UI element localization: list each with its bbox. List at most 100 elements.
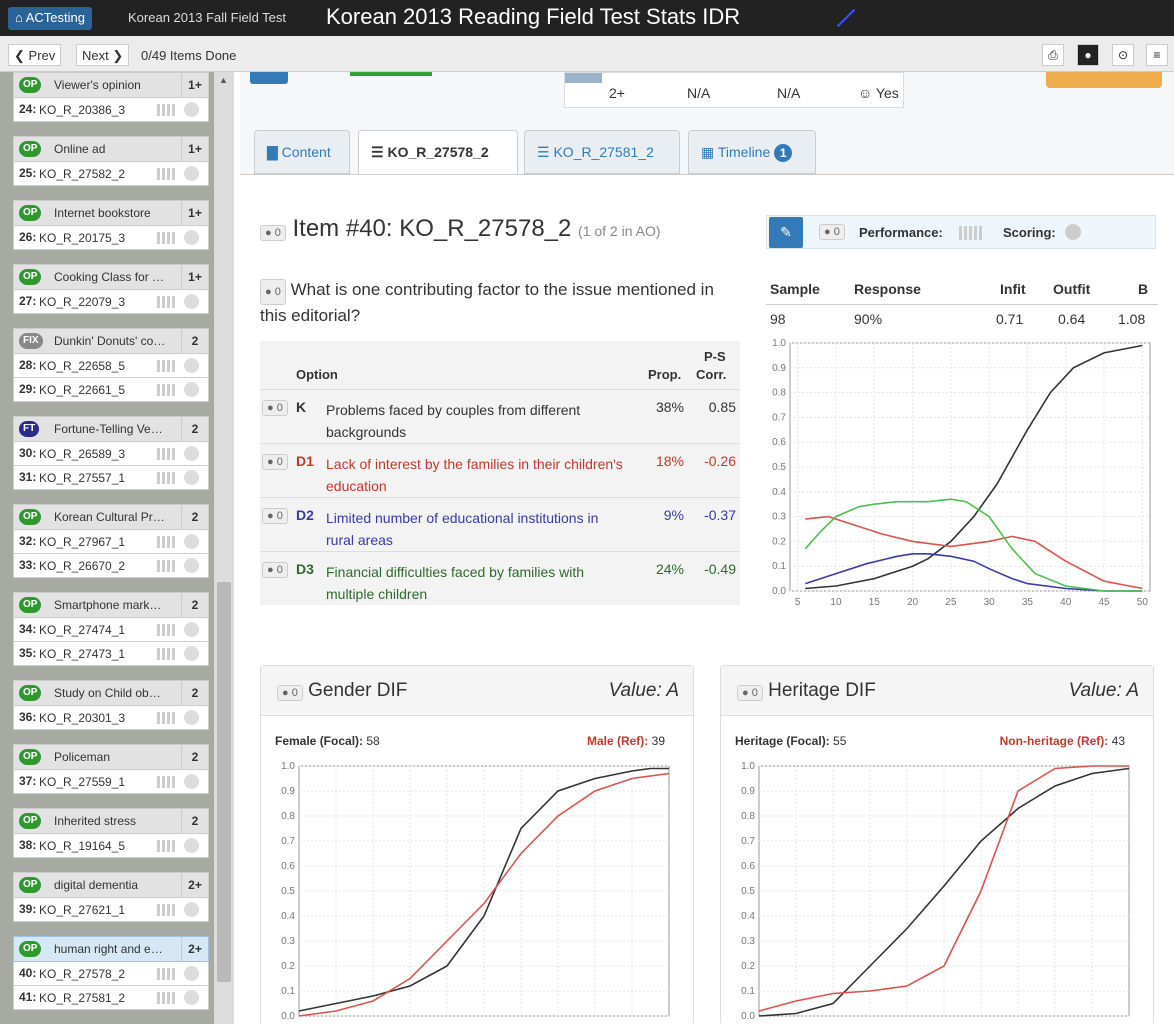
y-tick-label: 0.2 — [741, 961, 755, 972]
scoring-circle — [184, 358, 199, 373]
sidebar-group[interactable]: OP Inherited stress 2 38: KO_R_19164_5 — [13, 808, 209, 858]
tab-content[interactable]: ▇ Content — [254, 130, 350, 174]
sidebar-group[interactable]: OP Policeman 2 37: KO_R_27559_1 — [13, 744, 209, 794]
tab-item-1[interactable]: ☰ KO_R_27578_2 — [358, 130, 518, 174]
sidebar-item[interactable]: 36: KO_R_20301_3 — [13, 706, 209, 730]
sidebar-group[interactable]: OP digital dementia 2+ 39: KO_R_27621_1 — [13, 872, 209, 922]
scrollbar-thumb[interactable] — [217, 582, 231, 982]
sidebar-item[interactable]: 28: KO_R_22658_5 — [13, 354, 209, 378]
sidebar-group-header[interactable]: OP Online ad 1+ — [13, 136, 209, 162]
list-icon: ☰ — [371, 144, 384, 160]
sidebar-group-header[interactable]: OP Viewer's opinion 1+ — [13, 72, 209, 98]
sidebar-group-header[interactable]: OP human right and e… 2+ — [13, 936, 209, 962]
group-name: Inherited stress — [54, 814, 137, 828]
sidebar-group-header[interactable]: OP Study on Child ob… 2 — [13, 680, 209, 706]
sidebar-group-header[interactable]: OP Cooking Class for … 1+ — [13, 264, 209, 290]
prev-button[interactable]: ❮ Prev — [8, 44, 62, 66]
heritage-dif-title-text: Heritage DIF — [768, 680, 876, 701]
item-number: 35: — [19, 646, 37, 660]
sidebar-item[interactable]: 33: KO_R_26670_2 — [13, 554, 209, 578]
sidebar-item[interactable]: 30: KO_R_26589_3 — [13, 442, 209, 466]
orange-action-button[interactable] — [1046, 72, 1162, 88]
option-corr: -0.26 — [704, 453, 736, 469]
comment-icon[interactable]: ● — [1077, 44, 1099, 66]
tab-timeline[interactable]: ▦ Timeline 1 — [688, 130, 816, 174]
comment-bubble-icon[interactable]: ● 0 — [819, 224, 845, 240]
gender-ref-legend: Male (Ref): 39 — [587, 734, 665, 748]
sidebar-group[interactable]: OP Cooking Class for … 1+ 27: KO_R_22079_3 — [13, 264, 209, 314]
sidebar-group-header[interactable]: FIX Dunkin' Donuts' co… 2 — [13, 328, 209, 354]
edit-icon[interactable]: ✎ — [769, 217, 803, 248]
comment-bubble-icon[interactable]: ● 0 — [277, 685, 303, 701]
scoring-circle — [184, 966, 199, 981]
sidebar-item[interactable]: 38: KO_R_19164_5 — [13, 834, 209, 858]
comment-bubble-icon[interactable]: ● 0 — [262, 562, 288, 578]
sidebar-group-header[interactable]: FT Fortune-Telling Ve… 2 — [13, 416, 209, 442]
option-prop: 18% — [655, 453, 684, 469]
item-subtitle: (1 of 2 in AO) — [578, 223, 661, 239]
gender-dif-chart: 0.0 0.1 0.2 0.3 0.4 0.5 0.6 0.7 0.8 0.9 1.0 — [281, 761, 670, 1022]
comment-bubble-icon[interactable]: ● 0 — [260, 279, 286, 305]
print-icon[interactable]: ⎙ — [1042, 44, 1064, 66]
comment-bubble-icon[interactable]: ● 0 — [737, 685, 763, 701]
sidebar-group[interactable]: OP human right and e… 2+ 40: KO_R_27578_2 41:… — [13, 936, 209, 1010]
option-prop: 38% — [655, 399, 684, 415]
sidebar-item[interactable]: 39: KO_R_27621_1 — [13, 898, 209, 922]
upload-icon[interactable]: ⊙ — [1112, 44, 1134, 66]
brand-button[interactable]: ⌂ ACTesting — [8, 7, 92, 30]
y-tick-label: 1.0 — [772, 338, 786, 349]
y-tick-label: 0.0 — [741, 1011, 755, 1022]
sidebar-group[interactable]: OP Internet bookstore 1+ 26: KO_R_20175_3 — [13, 200, 209, 250]
tab-item-2[interactable]: ☰ KO_R_27581_2 — [524, 130, 680, 174]
sidebar-item[interactable]: 32: KO_R_27967_1 — [13, 530, 209, 554]
sidebar-item[interactable]: 41: KO_R_27581_2 — [13, 986, 209, 1010]
item-code: KO_R_27621_1 — [39, 903, 126, 917]
y-tick-label: 1.0 — [741, 761, 755, 772]
sidebar-item[interactable]: 29: KO_R_22661_5 — [13, 378, 209, 402]
group-type-badge: OP — [19, 77, 42, 93]
sidebar-group[interactable]: FT Fortune-Telling Ve… 2 30: KO_R_26589_3 31:… — [13, 416, 209, 490]
sidebar-item[interactable]: 34: KO_R_27474_1 — [13, 618, 209, 642]
item-code: KO_R_27967_1 — [39, 535, 126, 549]
sidebar-item[interactable]: 24: KO_R_20386_3 — [13, 98, 209, 122]
sidebar-group-header[interactable]: OP Inherited stress 2 — [13, 808, 209, 834]
next-button[interactable]: Next ❯ — [76, 44, 130, 66]
sidebar-item[interactable]: 37: KO_R_27559_1 — [13, 770, 209, 794]
group-level: 1+ — [181, 73, 208, 97]
sidebar-item[interactable]: 25: KO_R_27582_2 — [13, 162, 209, 186]
sidebar-group-header[interactable]: OP Smartphone mark… 2 — [13, 592, 209, 618]
scroll-up-icon[interactable]: ▲ — [219, 75, 228, 85]
performance-bars — [157, 992, 177, 1004]
sidebar-group-header[interactable]: OP Policeman 2 — [13, 744, 209, 770]
sidebar-item[interactable]: 26: KO_R_20175_3 — [13, 226, 209, 250]
item-sidebar[interactable]: OP Viewer's opinion 1+ 24: KO_R_20386_3 OP Onl… — [0, 72, 234, 1024]
sidebar-group[interactable]: OP Korean Cultural Pr… 2 32: KO_R_27967_1 33:… — [13, 504, 209, 578]
sidebar-group-header[interactable]: OP Korean Cultural Pr… 2 — [13, 504, 209, 530]
stats-header: Sample Response Infit Outfit B — [766, 275, 1158, 305]
stat-blue-button[interactable] — [250, 72, 288, 84]
sidebar-group-header[interactable]: OP Internet bookstore 1+ — [13, 200, 209, 226]
comment-bubble-icon[interactable]: ● 0 — [262, 454, 288, 470]
sidebar-group[interactable]: OP Online ad 1+ 25: KO_R_27582_2 — [13, 136, 209, 186]
sidebar-item[interactable]: 27: KO_R_22079_3 — [13, 290, 209, 314]
sidebar-group[interactable]: OP Smartphone mark… 2 34: KO_R_27474_1 35: KO_… — [13, 592, 209, 666]
sidebar-scrollbar[interactable]: ▲ — [214, 72, 234, 1024]
list-icon[interactable]: ≡ — [1146, 44, 1168, 66]
comment-bubble-icon[interactable]: ● 0 — [260, 225, 286, 241]
comment-bubble-icon[interactable]: ● 0 — [262, 400, 288, 416]
sidebar-group[interactable]: OP Study on Child ob… 2 36: KO_R_20301_3 — [13, 680, 209, 730]
items-done-counter: 0/49 Items Done — [141, 48, 237, 63]
sidebar-group[interactable]: OP Viewer's opinion 1+ 24: KO_R_20386_3 — [13, 72, 209, 122]
sidebar-item[interactable]: 31: KO_R_27557_1 — [13, 466, 209, 490]
comment-bubble-icon[interactable]: ● 0 — [262, 508, 288, 524]
sidebar-item[interactable]: 40: KO_R_27578_2 — [13, 962, 209, 986]
y-tick-label: 0.2 — [772, 536, 786, 547]
sidebar-item[interactable]: 35: KO_R_27473_1 — [13, 642, 209, 666]
heritage-focal-legend: Heritage (Focal): 55 — [735, 734, 846, 748]
group-type-badge: OP — [19, 749, 42, 765]
y-tick-label: 0.0 — [281, 1011, 295, 1022]
option-corr: -0.49 — [704, 561, 736, 577]
sidebar-group-header[interactable]: OP digital dementia 2+ — [13, 872, 209, 898]
sidebar-group[interactable]: FIX Dunkin' Donuts' co… 2 28: KO_R_22658_5 29… — [13, 328, 209, 402]
scoring-circle — [184, 294, 199, 309]
